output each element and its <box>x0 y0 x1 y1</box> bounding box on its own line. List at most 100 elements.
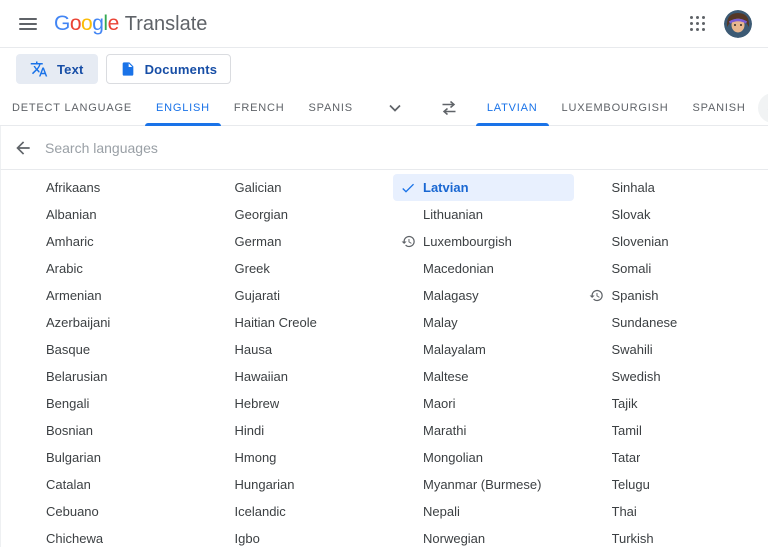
language-option-catalan[interactable]: Catalan <box>16 471 197 498</box>
icon-spacer <box>399 531 417 547</box>
language-option-malayalam[interactable]: Malayalam <box>393 336 574 363</box>
language-option-belarusian[interactable]: Belarusian <box>16 363 197 390</box>
language-name: Turkish <box>611 531 654 546</box>
target-tab-luxembourgish[interactable]: LUXEMBOURGISH <box>550 90 681 126</box>
source-tab-french[interactable]: FRENCH <box>222 90 297 126</box>
back-button[interactable] <box>3 128 43 168</box>
language-option-hindi[interactable]: Hindi <box>205 417 386 444</box>
language-option-greek[interactable]: Greek <box>205 255 386 282</box>
language-name: Tamil <box>611 423 642 438</box>
language-option-sinhala[interactable]: Sinhala <box>582 174 763 201</box>
history-icon <box>588 288 606 304</box>
language-option-afrikaans[interactable]: Afrikaans <box>16 174 197 201</box>
text-mode-button[interactable]: Text <box>16 54 98 84</box>
language-option-gujarati[interactable]: Gujarati <box>205 282 386 309</box>
language-option-macedonian[interactable]: Macedonian <box>393 255 574 282</box>
language-option-marathi[interactable]: Marathi <box>393 417 574 444</box>
icon-spacer <box>211 180 229 196</box>
avatar[interactable] <box>724 9 752 38</box>
language-option-thai[interactable]: Thai <box>582 498 763 525</box>
language-option-spanish[interactable]: Spanish <box>582 282 763 309</box>
swap-horizontal-icon <box>442 100 456 115</box>
language-option-sundanese[interactable]: Sundanese <box>582 309 763 336</box>
language-option-chichewa[interactable]: Chichewa <box>16 525 197 547</box>
language-option-hawaiian[interactable]: Hawaiian <box>205 363 386 390</box>
language-option-somali[interactable]: Somali <box>582 255 763 282</box>
language-option-georgian[interactable]: Georgian <box>205 201 386 228</box>
logo-product-name: Translate <box>124 12 208 35</box>
source-tab-detect-language[interactable]: DETECT LANGUAGE <box>0 90 144 126</box>
language-option-hungarian[interactable]: Hungarian <box>205 471 386 498</box>
language-option-igbo[interactable]: Igbo <box>205 525 386 547</box>
logo-letter: e <box>107 11 120 35</box>
language-option-swahili[interactable]: Swahili <box>582 336 763 363</box>
google-translate-app: Google Translate Text Documents DETECT L… <box>0 0 768 547</box>
source-tab-english[interactable]: ENGLISH <box>144 90 222 126</box>
language-option-mongolian[interactable]: Mongolian <box>393 444 574 471</box>
language-name: Hausa <box>234 342 273 357</box>
language-option-armenian[interactable]: Armenian <box>16 282 197 309</box>
language-column-3: Latvian Lithuanian Luxembourgish Macedonian… <box>393 174 574 547</box>
language-option-nepali[interactable]: Nepali <box>393 498 574 525</box>
icon-spacer <box>211 207 229 223</box>
language-option-bulgarian[interactable]: Bulgarian <box>16 444 197 471</box>
language-option-swedish[interactable]: Swedish <box>582 363 763 390</box>
icon-spacer <box>399 342 417 358</box>
language-option-tajik[interactable]: Tajik <box>582 390 763 417</box>
language-option-german[interactable]: German <box>205 228 386 255</box>
icon-spacer <box>588 261 606 277</box>
language-option-slovak[interactable]: Slovak <box>582 201 763 228</box>
icon-spacer <box>211 315 229 331</box>
language-option-maori[interactable]: Maori <box>393 390 574 417</box>
icon-spacer <box>211 450 229 466</box>
language-option-bengali[interactable]: Bengali <box>16 390 197 417</box>
language-option-luxembourgish[interactable]: Luxembourgish <box>393 228 574 255</box>
icon-spacer <box>211 288 229 304</box>
language-name: Belarusian <box>46 369 108 384</box>
language-option-galician[interactable]: Galician <box>205 174 386 201</box>
language-option-telugu[interactable]: Telugu <box>582 471 763 498</box>
more-source-languages-button[interactable] <box>379 92 411 124</box>
language-option-myanmar-burmese[interactable]: Myanmar (Burmese) <box>393 471 574 498</box>
language-name: Basque <box>46 342 91 357</box>
language-name: Cebuano <box>46 504 99 519</box>
language-option-hebrew[interactable]: Hebrew <box>205 390 386 417</box>
source-tab-spanis[interactable]: SPANIS <box>297 90 365 126</box>
arrow-left-icon <box>16 140 30 155</box>
language-option-albanian[interactable]: Albanian <box>16 201 197 228</box>
apps-grid-icon[interactable] <box>688 15 706 33</box>
collapse-panel-button[interactable] <box>757 92 768 123</box>
language-option-hausa[interactable]: Hausa <box>205 336 386 363</box>
search-languages-input[interactable] <box>45 139 760 156</box>
documents-mode-button[interactable]: Documents <box>105 54 232 84</box>
language-option-amharic[interactable]: Amharic <box>16 228 197 255</box>
swap-languages-button[interactable] <box>433 92 465 124</box>
icon-spacer <box>22 234 40 250</box>
language-option-malagasy[interactable]: Malagasy <box>393 282 574 309</box>
language-name: Albanian <box>46 207 97 222</box>
language-option-cebuano[interactable]: Cebuano <box>16 498 197 525</box>
language-option-haitian-creole[interactable]: Haitian Creole <box>205 309 386 336</box>
language-name: Igbo <box>234 531 260 546</box>
language-option-hmong[interactable]: Hmong <box>205 444 386 471</box>
language-option-arabic[interactable]: Arabic <box>16 255 197 282</box>
google-translate-logo[interactable]: Google Translate <box>54 12 207 36</box>
language-option-icelandic[interactable]: Icelandic <box>205 498 386 525</box>
language-option-bosnian[interactable]: Bosnian <box>16 417 197 444</box>
icon-spacer <box>211 234 229 250</box>
translate-icon <box>30 61 48 77</box>
language-option-basque[interactable]: Basque <box>16 336 197 363</box>
language-option-latvian[interactable]: Latvian <box>393 174 574 201</box>
language-option-tatar[interactable]: Tatar <box>582 444 763 471</box>
language-option-turkish[interactable]: Turkish <box>582 525 763 547</box>
language-option-azerbaijani[interactable]: Azerbaijani <box>16 309 197 336</box>
language-option-maltese[interactable]: Maltese <box>393 363 574 390</box>
target-tab-latvian[interactable]: LATVIAN <box>475 90 550 126</box>
menu-button[interactable] <box>8 4 48 44</box>
target-tab-spanish[interactable]: SPANISH <box>681 90 758 126</box>
language-option-norwegian[interactable]: Norwegian <box>393 525 574 547</box>
language-option-slovenian[interactable]: Slovenian <box>582 228 763 255</box>
language-option-malay[interactable]: Malay <box>393 309 574 336</box>
language-option-lithuanian[interactable]: Lithuanian <box>393 201 574 228</box>
language-option-tamil[interactable]: Tamil <box>582 417 763 444</box>
